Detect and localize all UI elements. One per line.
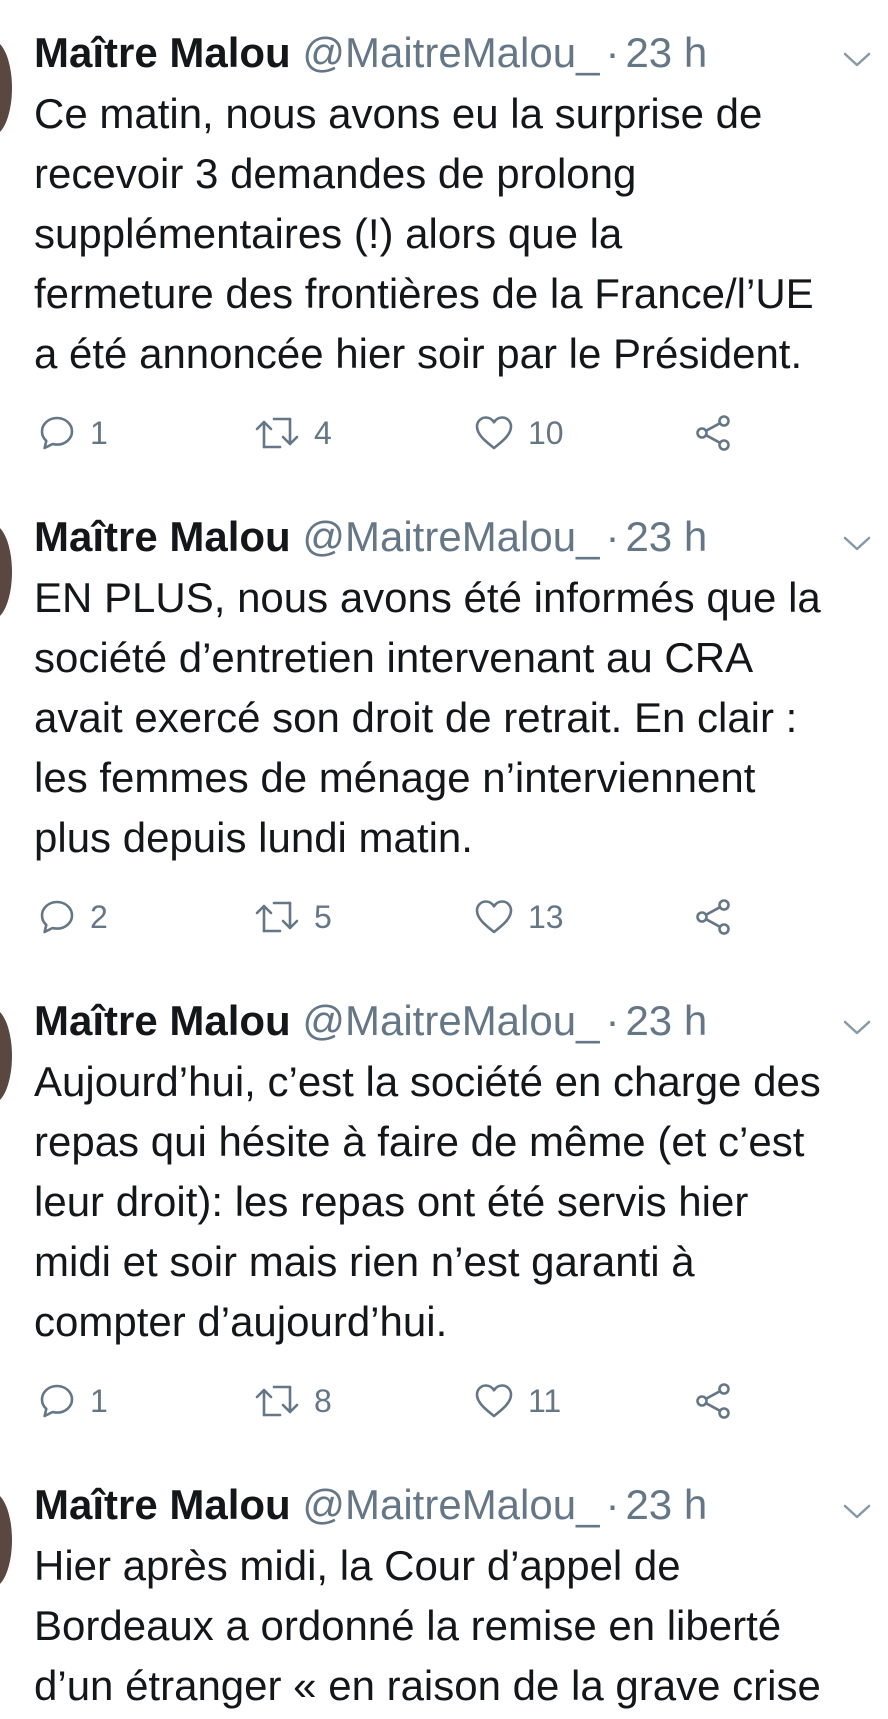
retweet-count: 4 — [314, 414, 332, 451]
tweet-text-line: EN PLUS, nous avons été informés que la — [34, 574, 821, 621]
tweet-text-line: supplémentaires (!) alors que la — [34, 210, 623, 257]
reply-button[interactable]: 1 — [38, 1371, 108, 1431]
timeline[interactable]: Maître Malou @MaitreMalou_ · 23 h Ce matin… — [0, 0, 888, 1719]
chevron-down-icon[interactable] — [843, 52, 871, 68]
share-icon — [696, 899, 730, 935]
author-name[interactable]: Maître Malou — [34, 29, 291, 76]
like-count: 11 — [528, 1382, 562, 1419]
author-handle[interactable]: @MaitreMalou_ — [302, 513, 599, 560]
reply-button[interactable]: 2 — [38, 887, 108, 947]
tweet-text-line: fermeture des frontières de la France/l’… — [34, 270, 814, 317]
share-button[interactable] — [694, 403, 734, 463]
separator-dot: · — [605, 997, 620, 1044]
reply-count: 2 — [90, 898, 108, 935]
tweet-text-line: Hier après midi, la Cour d’appel de — [34, 1542, 681, 1589]
tweet-text: EN PLUS, nous avons été informés que la … — [34, 568, 884, 868]
share-button[interactable] — [694, 1371, 734, 1431]
reply-icon — [40, 416, 74, 450]
tweet-text-line: repas qui hésite à faire de même (et c’e… — [34, 1118, 805, 1165]
tweet-actions: 1 8 11 — [0, 1371, 888, 1431]
tweet-header: Maître Malou @MaitreMalou_ · 23 h — [34, 994, 707, 1048]
reply-count: 1 — [90, 1382, 108, 1419]
timestamp[interactable]: 23 h — [625, 997, 707, 1044]
like-button[interactable]: 10 — [474, 403, 564, 463]
tweet-text-line: leur droit): les repas ont été servis hi… — [34, 1178, 749, 1225]
tweet-text-line: Bordeaux a ordonné la remise en liberté — [34, 1602, 782, 1649]
tweet-text: Hier après midi, la Cour d’appel de Bord… — [34, 1536, 884, 1716]
retweet-button[interactable]: 5 — [254, 887, 332, 947]
avatar[interactable] — [0, 40, 12, 136]
retweet-button[interactable]: 8 — [254, 1371, 332, 1431]
tweet-text-line: compter d’aujourd’hui. — [34, 1298, 448, 1345]
author-name[interactable]: Maître Malou — [34, 513, 291, 560]
share-icon — [696, 1383, 730, 1419]
retweet-icon — [255, 901, 299, 933]
heart-icon — [475, 900, 513, 934]
tweet-text-line: avait exercé son droit de retrait. En cl… — [34, 694, 798, 741]
tweet-text-line: Aujourd’hui, c’est la société en charge … — [34, 1058, 821, 1105]
author-name[interactable]: Maître Malou — [34, 1481, 291, 1528]
tweet-header: Maître Malou @MaitreMalou_ · 23 h — [34, 26, 707, 80]
separator-dot: · — [605, 1481, 620, 1528]
tweet-actions: 2 5 13 — [0, 887, 888, 947]
retweet-icon — [255, 1385, 299, 1417]
share-button[interactable] — [694, 887, 734, 947]
avatar[interactable] — [0, 1008, 12, 1104]
tweet[interactable]: Maître Malou @MaitreMalou_ · 23 h Aujourd’… — [0, 968, 888, 1451]
reply-button[interactable]: 1 — [38, 403, 108, 463]
reply-icon — [40, 900, 74, 934]
retweet-button[interactable]: 4 — [254, 403, 332, 463]
timestamp[interactable]: 23 h — [625, 513, 707, 560]
tweet-text: Ce matin, nous avons eu la surprise de r… — [34, 84, 884, 384]
tweet-text-line: d’un étranger « en raison de la grave cr… — [34, 1662, 821, 1709]
reply-icon — [40, 1384, 74, 1418]
heart-icon — [475, 1384, 513, 1418]
tweet[interactable]: Maître Malou @MaitreMalou_ · 23 h Hier apr… — [0, 1452, 888, 1719]
tweet-actions: 1 4 10 — [0, 403, 888, 463]
like-count: 10 — [528, 414, 564, 451]
author-name[interactable]: Maître Malou — [34, 997, 291, 1044]
tweet[interactable]: Maître Malou @MaitreMalou_ · 23 h EN PLUS,… — [0, 484, 888, 967]
separator-dot: · — [605, 29, 620, 76]
retweet-count: 5 — [314, 898, 332, 935]
author-handle[interactable]: @MaitreMalou_ — [302, 997, 599, 1044]
timestamp[interactable]: 23 h — [625, 29, 707, 76]
tweet-text-line: les femmes de ménage n’interviennent — [34, 754, 756, 801]
separator-dot: · — [605, 513, 620, 560]
retweet-count: 8 — [314, 1382, 332, 1419]
author-handle[interactable]: @MaitreMalou_ — [302, 29, 599, 76]
tweet[interactable]: Maître Malou @MaitreMalou_ · 23 h Ce matin… — [0, 0, 888, 483]
tweet-text-line: midi et soir mais rien n’est garanti à — [34, 1238, 695, 1285]
tweet-text-line: a été annoncée hier soir par le Présiden… — [34, 330, 803, 377]
tweet-text: Aujourd’hui, c’est la société en charge … — [34, 1052, 884, 1352]
chevron-down-icon[interactable] — [843, 1504, 871, 1520]
tweet-text-line: plus depuis lundi matin. — [34, 814, 473, 861]
timestamp[interactable]: 23 h — [625, 1481, 707, 1528]
tweet-header: Maître Malou @MaitreMalou_ · 23 h — [34, 1478, 707, 1532]
like-count: 13 — [528, 898, 564, 935]
retweet-icon — [255, 417, 299, 449]
tweet-header: Maître Malou @MaitreMalou_ · 23 h — [34, 510, 707, 564]
avatar[interactable] — [0, 1492, 12, 1588]
tweet-text-line: société d’entretien intervenant au CRA — [34, 634, 754, 681]
like-button[interactable]: 13 — [474, 887, 564, 947]
heart-icon — [475, 416, 513, 450]
avatar[interactable] — [0, 524, 12, 620]
reply-count: 1 — [90, 414, 108, 451]
tweet-text-line: recevoir 3 demandes de prolong — [34, 150, 637, 197]
share-icon — [696, 415, 730, 451]
chevron-down-icon[interactable] — [843, 536, 871, 552]
chevron-down-icon[interactable] — [843, 1020, 871, 1036]
like-button[interactable]: 11 — [474, 1371, 561, 1431]
author-handle[interactable]: @MaitreMalou_ — [302, 1481, 599, 1528]
tweet-text-line: Ce matin, nous avons eu la surprise de — [34, 90, 763, 137]
